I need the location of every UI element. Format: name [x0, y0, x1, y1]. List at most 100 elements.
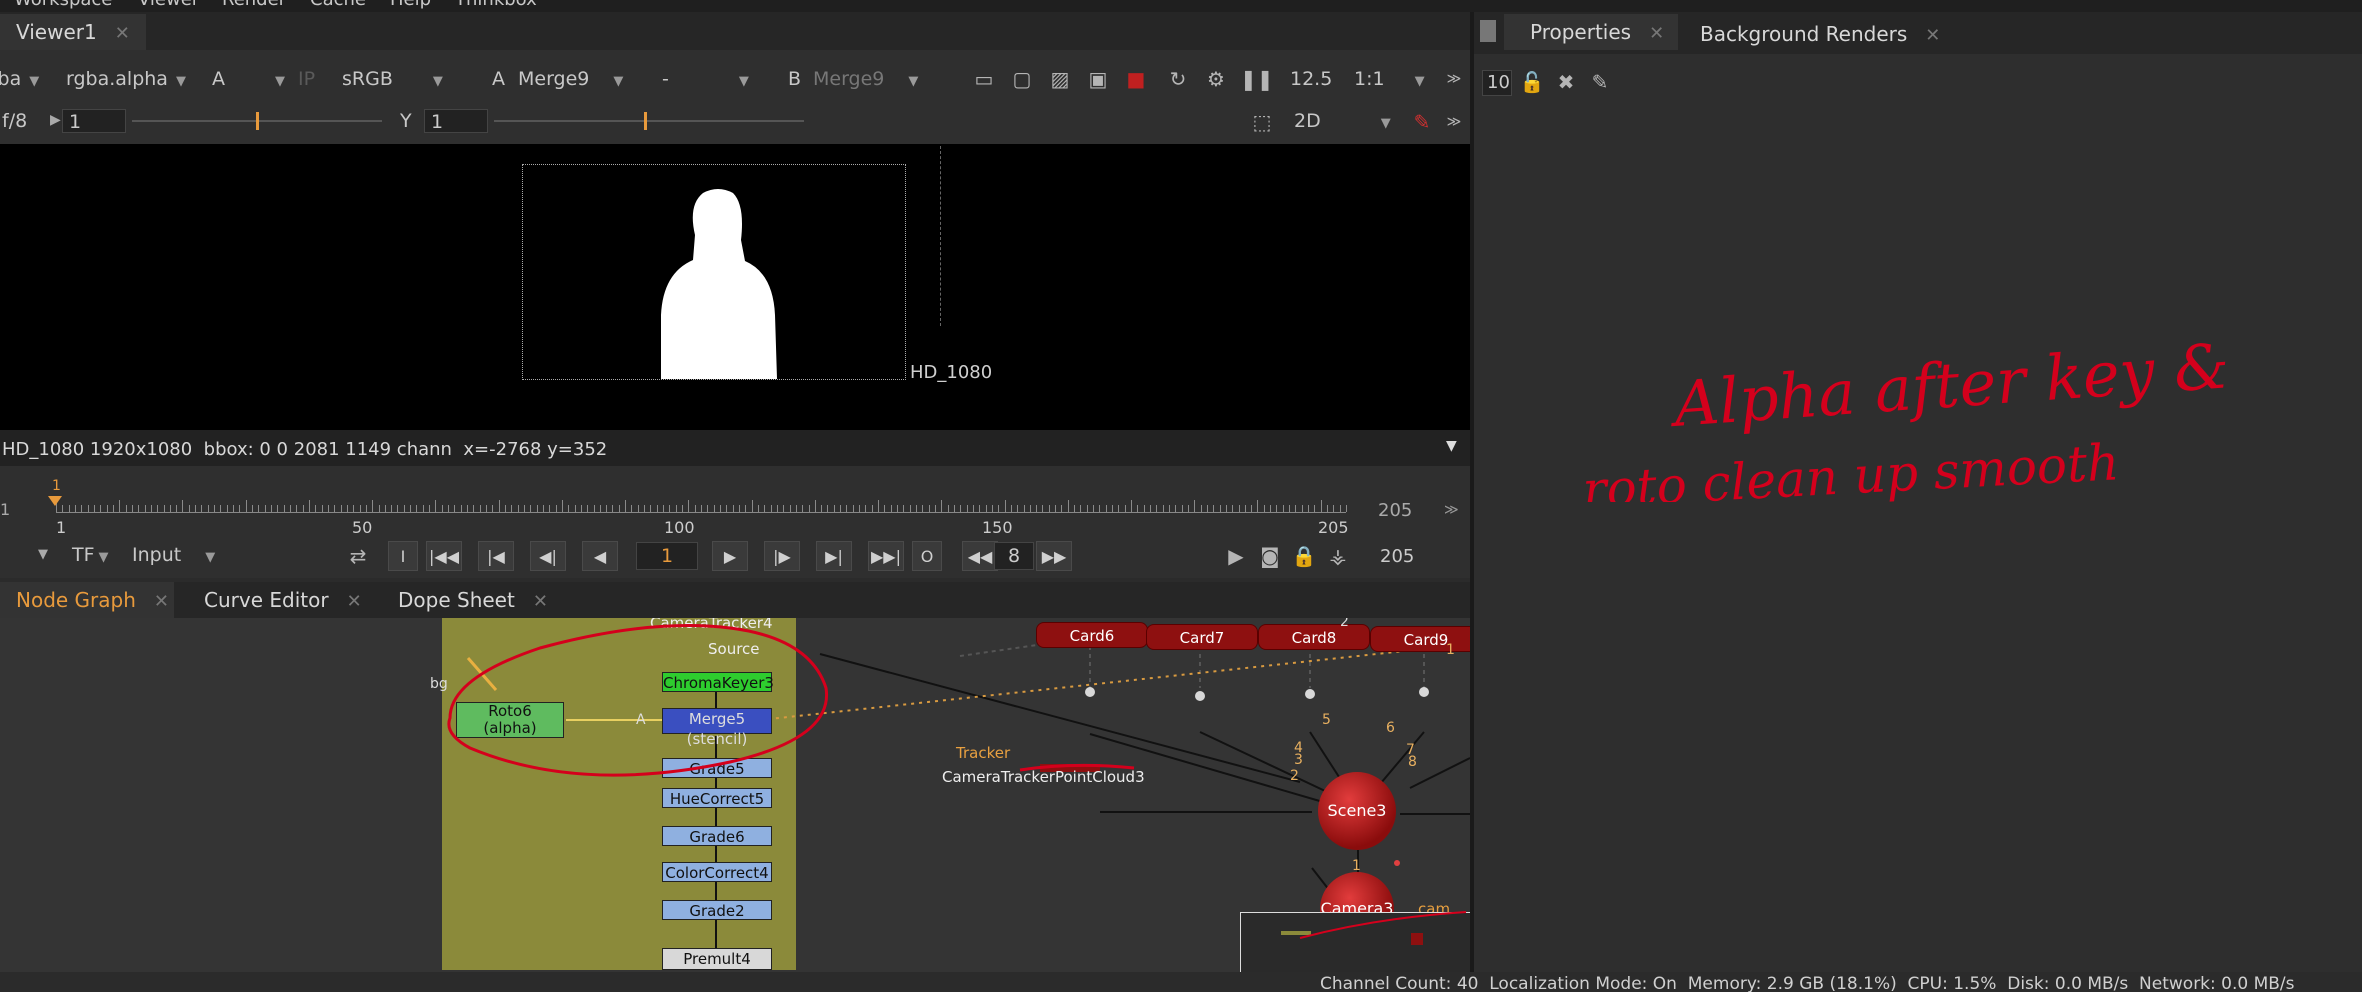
menu-help[interactable]: Help: [390, 0, 431, 10]
ip-button[interactable]: IP: [298, 66, 315, 92]
tab-background-renders[interactable]: Background Renders ✕: [1700, 16, 1940, 52]
gamma-field[interactable]: 1: [424, 109, 488, 133]
play-backward-button[interactable]: ◀: [582, 541, 618, 571]
chevron-down-icon[interactable]: ▼: [1446, 438, 1457, 454]
view-mode-dropdown[interactable]: 2D ▼: [1294, 108, 1391, 134]
a-node-dropdown[interactable]: Merge9 ▼: [518, 66, 623, 92]
lock-icon[interactable]: 🔓: [1518, 68, 1546, 96]
grade2-node[interactable]: Grade2: [662, 900, 772, 920]
pencil-icon[interactable]: ✎: [1586, 68, 1614, 96]
expand-icon[interactable]: ≫: [1444, 502, 1459, 518]
record-icon[interactable]: ■: [1122, 65, 1150, 93]
tab-node-graph[interactable]: Node Graph ✕: [0, 582, 174, 618]
flipbook-icon[interactable]: ▶: [1222, 542, 1250, 570]
timeline-tick: [1244, 505, 1246, 512]
overlay-icon[interactable]: ▣: [1084, 65, 1112, 93]
menu-workspace[interactable]: Workspace: [14, 0, 112, 10]
alpha-channel-dropdown[interactable]: rgba.alpha ▼: [66, 66, 186, 92]
tab-properties[interactable]: Properties ✕: [1504, 14, 1678, 50]
grade6-node[interactable]: Grade6: [662, 826, 772, 846]
gear-icon[interactable]: ⚙: [1202, 65, 1230, 93]
frame-field[interactable]: 1: [636, 542, 698, 570]
lock-icon[interactable]: 🔒: [1290, 542, 1318, 570]
tab-dope-sheet[interactable]: Dope Sheet ✕: [398, 582, 548, 618]
close-icon[interactable]: ✕: [154, 591, 169, 612]
out-point-button[interactable]: O: [912, 541, 942, 571]
colorspace-dropdown[interactable]: sRGB ▼: [342, 66, 443, 92]
close-icon[interactable]: ✕: [1925, 25, 1940, 46]
menu-thinkbox[interactable]: Thinkbox: [455, 0, 537, 10]
playhead-icon[interactable]: [48, 496, 62, 506]
sync-icon[interactable]: ⚶: [1324, 542, 1352, 570]
capture-icon[interactable]: ◙: [1256, 542, 1284, 570]
selection-icon[interactable]: ⬚: [1248, 108, 1276, 136]
prev-frame-button[interactable]: ◀|: [530, 541, 566, 571]
panel-menu-icon[interactable]: [1480, 20, 1496, 42]
menu-cache[interactable]: Cache: [310, 0, 366, 10]
pause-icon[interactable]: ❚❚: [1240, 65, 1274, 93]
next-frame-button[interactable]: |▶: [764, 541, 800, 571]
loop-icon[interactable]: ⇄: [344, 542, 372, 570]
close-icon[interactable]: ✕: [533, 591, 548, 612]
gamma-slider[interactable]: [494, 112, 804, 130]
b-input-selector[interactable]: B: [788, 66, 801, 92]
timeline[interactable]: 1 1 1 50 100 150 205 205 ≫: [0, 474, 1470, 537]
zoom-value[interactable]: 12.5: [1290, 66, 1332, 92]
card6-node[interactable]: Card6: [1036, 622, 1148, 648]
card7-node[interactable]: Card7: [1146, 624, 1258, 650]
play-forward-button[interactable]: ▶: [712, 541, 748, 571]
first-frame-button[interactable]: |◀◀: [426, 541, 462, 571]
a-input-selector[interactable]: A: [492, 66, 505, 92]
wipe-dropdown[interactable]: - ▼: [662, 66, 749, 92]
node-graph-canvas[interactable]: bg CameraTracker4 Source ChromaKeyer3 Me…: [0, 618, 1470, 972]
menu-render[interactable]: Render: [222, 0, 286, 10]
next-keyframe-button[interactable]: ▶|: [816, 541, 852, 571]
close-icon[interactable]: ✕: [115, 23, 130, 44]
play-small-icon[interactable]: ▶: [50, 112, 61, 128]
gamma-slider-handle[interactable]: [644, 112, 647, 130]
b-node-dropdown[interactable]: Merge9 ▼: [813, 66, 918, 92]
input-range-dropdown[interactable]: Input ▼: [132, 542, 215, 568]
prev-keyframe-button[interactable]: |◀: [478, 541, 514, 571]
step-field[interactable]: 8: [994, 542, 1034, 570]
paint-icon[interactable]: ✎: [1408, 108, 1436, 136]
colorcorrect-node[interactable]: ColorCorrect4: [662, 862, 772, 882]
menu-viewer[interactable]: Viewer: [138, 0, 199, 10]
clear-panels-icon[interactable]: ✖: [1552, 68, 1580, 96]
roi-icon[interactable]: ▭: [970, 65, 998, 93]
current-frame-marker[interactable]: 1: [52, 478, 61, 494]
gain-slider-handle[interactable]: [256, 112, 259, 130]
timecode-format-dropdown[interactable]: TF ▼: [72, 542, 109, 568]
viewer-tab-row: Viewer1 ✕: [0, 12, 1470, 50]
gain-field[interactable]: 1: [62, 109, 126, 133]
tab-curve-editor[interactable]: Curve Editor ✕: [204, 582, 362, 618]
premult-node[interactable]: Premult4: [662, 948, 772, 970]
chevron-down-icon[interactable]: ▼: [38, 547, 48, 562]
tab-viewer1[interactable]: Viewer1 ✕: [0, 14, 146, 50]
max-panels-field[interactable]: 10: [1482, 70, 1512, 96]
viewer-canvas[interactable]: HD_1080: [0, 144, 1470, 430]
card8-node[interactable]: Card8: [1258, 624, 1370, 650]
timeline-tick: [1206, 505, 1208, 512]
clip-icon[interactable]: ▢: [1008, 65, 1036, 93]
scene-node[interactable]: Scene3: [1318, 772, 1396, 850]
expand-icon[interactable]: ≫: [1440, 65, 1468, 93]
timeline-tick: [1004, 500, 1006, 512]
close-icon[interactable]: ✕: [347, 591, 362, 612]
input-a-dropdown[interactable]: A ▼: [212, 66, 285, 92]
close-icon[interactable]: ✕: [1649, 23, 1664, 44]
refresh-icon[interactable]: ↻: [1164, 65, 1192, 93]
gain-slider[interactable]: [132, 112, 382, 130]
card9-node[interactable]: Card9: [1370, 626, 1470, 652]
viewer-panel: Viewer1✕ rgba▼ rgba.alpha▼ A▼ IP sRGB▼ A…: [0, 12, 1470, 578]
step-back-button[interactable]: ◀◀: [962, 541, 998, 571]
expand-icon[interactable]: ≫: [1440, 108, 1468, 136]
in-point-button[interactable]: I: [388, 541, 418, 571]
zoom-ratio-dropdown[interactable]: 1:1 ▼: [1354, 66, 1425, 92]
timeline-tick: [1346, 505, 1347, 512]
channels-dropdown[interactable]: rgba ▼: [0, 66, 39, 92]
step-forward-button[interactable]: ▶▶: [1036, 541, 1072, 571]
zebra-icon[interactable]: ▨: [1046, 65, 1074, 93]
last-frame-button[interactable]: ▶▶|: [868, 541, 904, 571]
timeline-track[interactable]: [56, 500, 1347, 512]
